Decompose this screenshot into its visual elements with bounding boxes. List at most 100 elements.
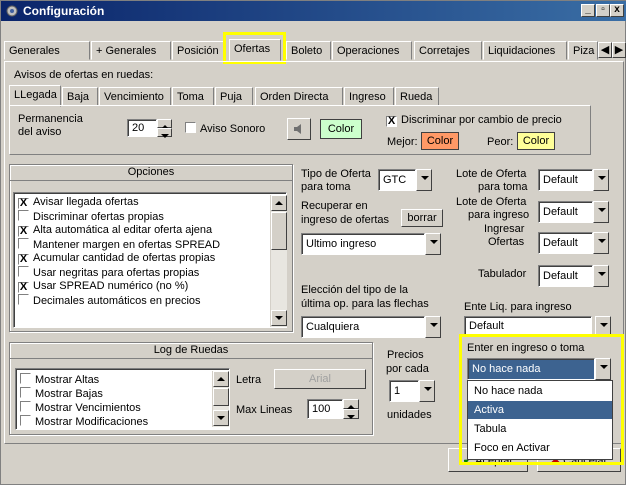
opciones-list[interactable]: X Avisar llegada ofertas Discriminar ofer…	[13, 192, 287, 328]
ingresar-dropdown-button[interactable]	[593, 232, 609, 254]
lote-ingreso-select[interactable]: Default	[538, 201, 593, 223]
log-list[interactable]: Mostrar Altas Mostrar Bajas Mostrar Venc…	[15, 368, 230, 430]
ente-liq-dropdown-button[interactable]	[595, 316, 611, 336]
tab-piza[interactable]: Piza	[568, 41, 598, 60]
aviso-sonoro-checkbox[interactable]: Aviso Sonoro	[185, 122, 265, 135]
scroll-down-button[interactable]	[213, 410, 229, 426]
lote-para-ingreso-label: para ingreso	[468, 209, 530, 221]
tabs-scroll-right-button[interactable]: ▶	[612, 42, 626, 58]
scroll-up-button[interactable]	[213, 371, 229, 387]
scroll-down-button[interactable]	[271, 310, 287, 326]
log-check[interactable]	[20, 415, 31, 426]
maximize-button[interactable]: ▫	[596, 4, 610, 17]
opcion-check[interactable]	[18, 266, 29, 277]
log-ruedas-title: Log de Ruedas	[10, 343, 372, 359]
opcion-item[interactable]: Mantener margen en ofertas SPREAD	[18, 238, 220, 251]
permanencia-up-button[interactable]	[157, 119, 172, 129]
aviso-sonoro-check[interactable]	[185, 122, 196, 133]
tab-liquidaciones[interactable]: Liquidaciones	[483, 41, 567, 60]
scroll-up-button[interactable]	[271, 195, 287, 211]
speaker-icon-button[interactable]	[287, 118, 311, 140]
tab-mas-generales[interactable]: + Generales	[91, 41, 171, 60]
ente-liq-select[interactable]: Default	[464, 316, 592, 336]
tipo-oferta-dropdown-button[interactable]	[416, 169, 432, 191]
close-button[interactable]: x	[610, 4, 624, 17]
subtab-toma[interactable]: Toma	[172, 87, 214, 106]
opcion-check[interactable]: X	[18, 226, 29, 237]
opcion-check[interactable]: X	[18, 282, 29, 293]
subtab-vencimiento[interactable]: Vencimiento	[99, 87, 171, 106]
opcion-check[interactable]: X	[18, 254, 29, 265]
subtab-rueda[interactable]: Rueda	[395, 87, 439, 106]
log-scrollbar[interactable]	[212, 371, 229, 427]
subtab-puja[interactable]: Puja	[215, 87, 253, 106]
log-item[interactable]: Mostrar Bajas	[20, 387, 103, 400]
tabs-scroll-left-button[interactable]: ◀	[598, 42, 612, 58]
tipo-oferta-label: Tipo de Oferta	[301, 168, 371, 180]
max-lineas-up-button[interactable]	[343, 399, 359, 409]
discriminar-check[interactable]: X	[386, 116, 397, 127]
eleccion-dropdown-button[interactable]	[425, 316, 441, 338]
minimize-button[interactable]: _	[581, 4, 595, 17]
tab-boleto[interactable]: Boleto	[286, 41, 331, 60]
color-button[interactable]: Color	[320, 119, 362, 139]
opcion-item[interactable]: X Acumular cantidad de ofertas propias	[18, 252, 215, 265]
tab-corretajes[interactable]: Corretajes	[414, 41, 482, 60]
opciones-title: Opciones	[10, 165, 292, 181]
opcion-check[interactable]: X	[18, 198, 29, 209]
title-bar[interactable]: Configuración _ ▫ x	[1, 1, 626, 21]
opcion-item[interactable]: Decimales automáticos en precios	[18, 294, 201, 307]
opcion-item[interactable]: X Usar SPREAD numérico (no %)	[18, 280, 188, 293]
ultimo-ingreso-dropdown-button[interactable]	[425, 233, 441, 255]
opcion-check[interactable]	[18, 294, 29, 305]
letra-font-button[interactable]: Arial	[274, 369, 366, 389]
ultimo-ingreso-select[interactable]: Ultimo ingreso	[301, 233, 425, 255]
lote-toma-dropdown-button[interactable]	[593, 169, 609, 191]
opcion-item[interactable]: Discriminar ofertas propias	[18, 210, 164, 223]
tab-generales[interactable]: Generales	[4, 41, 90, 60]
tab-operaciones[interactable]: Operaciones	[332, 41, 412, 60]
ingresar-label: Ingresar	[484, 223, 525, 235]
subtab-llegada[interactable]: LLegada	[9, 85, 61, 107]
log-check[interactable]	[20, 387, 31, 398]
precios-select[interactable]: 1	[389, 380, 419, 402]
log-item[interactable]: Mostrar Vencimientos	[20, 401, 141, 414]
discriminar-checkbox[interactable]: X Discriminar por cambio de precio	[386, 114, 562, 127]
opcion-check[interactable]	[18, 238, 29, 249]
permanencia-input[interactable]: 20	[127, 119, 157, 137]
opciones-scrollbar[interactable]	[270, 195, 287, 327]
subtab-ingreso[interactable]: Ingreso	[344, 87, 394, 106]
permanencia-down-button[interactable]	[157, 128, 172, 138]
peor-color-button[interactable]: Color	[517, 132, 555, 150]
log-check[interactable]	[20, 401, 31, 412]
opcion-label: Alta automática al editar oferta ajena	[33, 224, 213, 236]
tab-posicion[interactable]: Posición	[172, 41, 226, 60]
opcion-item[interactable]: Usar negritas para ofertas propias	[18, 266, 199, 279]
max-lineas-down-button[interactable]	[343, 409, 359, 419]
opcion-item[interactable]: X Avisar llegada ofertas	[18, 196, 139, 209]
config-window: Configuración _ ▫ x Generales + Generale…	[0, 0, 626, 485]
lote-ingreso-dropdown-button[interactable]	[593, 201, 609, 223]
max-lineas-input[interactable]: 100	[307, 399, 343, 419]
avisos-subtabs: LLegada Baja Vencimiento Toma Puja Orden…	[9, 85, 509, 107]
opcion-check[interactable]	[18, 210, 29, 221]
subtab-orden-directa[interactable]: Orden Directa	[255, 87, 343, 106]
opcion-item[interactable]: X Alta automática al editar oferta ajena	[18, 224, 212, 237]
log-item[interactable]: Mostrar Modificaciones	[20, 415, 148, 428]
tabulador-select[interactable]: Default	[538, 265, 593, 287]
eleccion-select[interactable]: Cualquiera	[301, 316, 425, 338]
tabulador-dropdown-button[interactable]	[593, 265, 609, 287]
tipo-oferta-select[interactable]: GTC	[378, 169, 416, 191]
ingresar-select[interactable]: Default	[538, 232, 593, 254]
precios-dropdown-button[interactable]	[419, 380, 435, 402]
scroll-thumb[interactable]	[271, 212, 287, 250]
borrar-button[interactable]: borrar	[401, 209, 443, 227]
lote-toma-select[interactable]: Default	[538, 169, 593, 191]
mejor-label: Mejor:	[387, 136, 418, 148]
log-check[interactable]	[20, 373, 31, 384]
log-item[interactable]: Mostrar Altas	[20, 373, 99, 386]
enter-ingreso-highlight	[459, 334, 624, 465]
mejor-color-button[interactable]: Color	[421, 132, 459, 150]
scroll-thumb[interactable]	[213, 388, 229, 406]
subtab-baja[interactable]: Baja	[62, 87, 98, 106]
